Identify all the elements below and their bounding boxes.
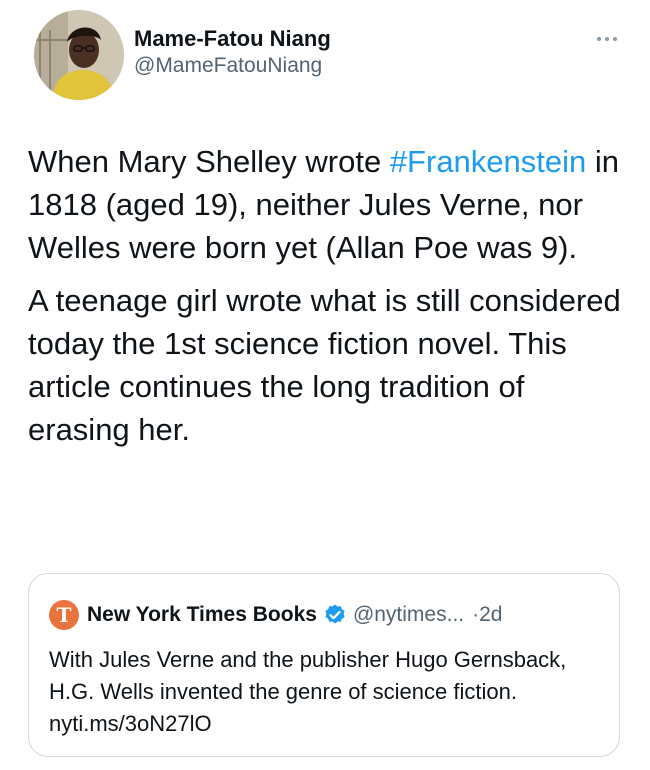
- quoted-tweet-timestamp[interactable]: 2d: [479, 603, 502, 627]
- quoted-tweet-header: T New York Times Books @nytimes... · 2d: [49, 600, 502, 630]
- tweet-header: Mame-Fatou Niang @MameFatouNiang: [34, 10, 624, 102]
- hashtag-link[interactable]: #Frankenstein: [390, 144, 586, 179]
- author-handle[interactable]: @MameFatouNiang: [134, 52, 331, 80]
- avatar[interactable]: [34, 10, 124, 100]
- tweet-card: Mame-Fatou Niang @MameFatouNiang When Ma…: [0, 0, 650, 770]
- quoted-tweet[interactable]: T New York Times Books @nytimes... · 2d …: [28, 573, 620, 757]
- avatar-image: [34, 10, 124, 100]
- more-horizontal-icon[interactable]: [594, 34, 620, 44]
- verified-badge-icon: [325, 604, 345, 624]
- tweet-paragraph-1: When Mary Shelley wrote #Frankenstein in…: [28, 140, 628, 269]
- separator-dot: ·: [472, 603, 480, 626]
- author-display-name[interactable]: Mame-Fatou Niang: [134, 26, 331, 52]
- tweet-paragraph-2: A teenage girl wrote what is still consi…: [28, 283, 621, 447]
- tweet-text-segment: When Mary Shelley wrote: [28, 144, 390, 179]
- quoted-tweet-text: With Jules Verne and the publisher Hugo …: [49, 647, 567, 736]
- tweet-text: When Mary Shelley wrote #Frankenstein in…: [28, 140, 628, 461]
- nyt-logo-icon[interactable]: T: [49, 600, 79, 630]
- quoted-author-name[interactable]: New York Times Books: [87, 603, 317, 627]
- author-names: Mame-Fatou Niang @MameFatouNiang: [134, 26, 331, 80]
- nyt-logo-glyph: T: [56, 603, 72, 627]
- quoted-author-handle[interactable]: @nytimes...: [353, 603, 464, 627]
